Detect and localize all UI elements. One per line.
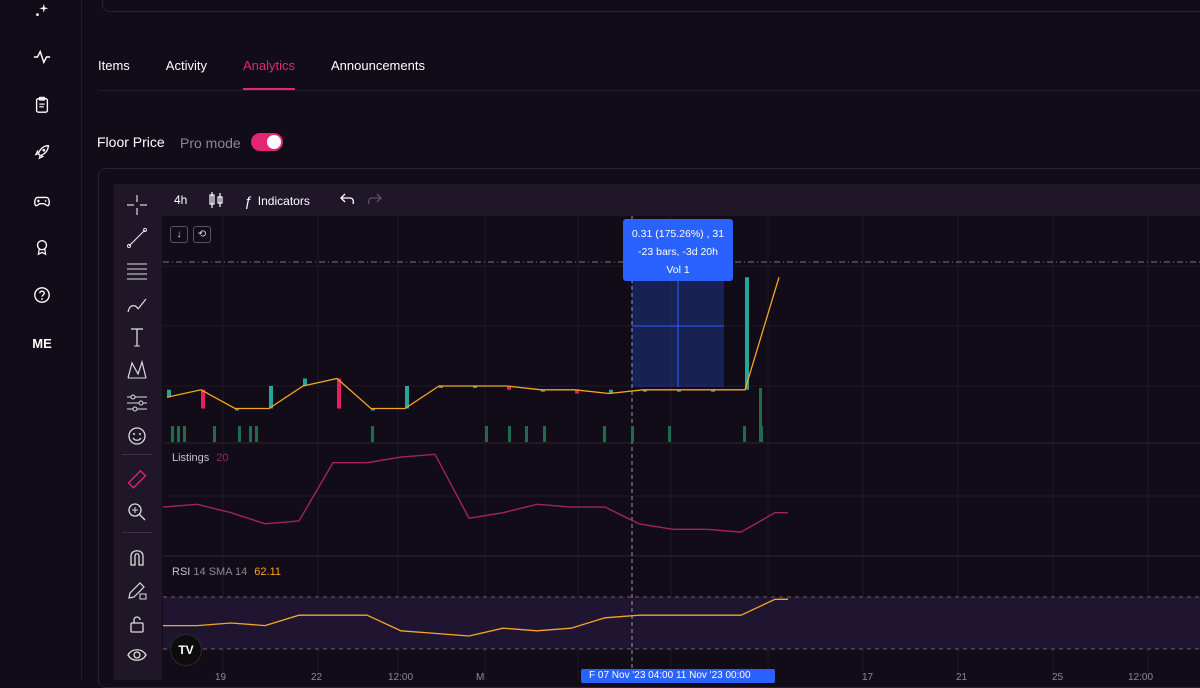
x-tick: 21 (956, 672, 968, 683)
x-tick: 22 (311, 672, 323, 683)
tab-analytics[interactable]: Analytics (242, 56, 296, 90)
tab-items[interactable]: Items (98, 56, 130, 90)
undo-icon[interactable] (340, 192, 356, 206)
measure-tooltip: 0.31 (175.26%) , 31 -23 bars, -3d 20h Vo… (623, 219, 733, 281)
volume-bar (743, 426, 746, 442)
volume-bar (177, 426, 180, 442)
crosshair-icon[interactable] (125, 193, 149, 217)
listings-line (162, 453, 788, 533)
refresh-icon[interactable]: ⟲ (193, 226, 211, 243)
forecast-icon[interactable] (125, 391, 149, 415)
candles-icon[interactable] (209, 191, 223, 209)
award-icon[interactable] (31, 236, 53, 258)
tool-divider (122, 454, 152, 455)
top-card (102, 0, 1200, 12)
rsi-pane-label: RSI 14 SMA 14 62.11 (172, 566, 281, 578)
pro-mode-toggle[interactable] (251, 133, 283, 151)
measure-volume: Vol 1 (666, 264, 690, 276)
volume-bar (183, 426, 186, 442)
x-tick: 25 (1052, 672, 1064, 683)
volume-bar (525, 426, 528, 442)
volume-bar (371, 426, 374, 442)
rsi-params: 14 SMA 14 (193, 566, 248, 578)
text-icon[interactable] (125, 325, 149, 349)
redo-icon[interactable] (366, 192, 382, 206)
volume-bar (485, 426, 488, 442)
x-tick: 12:00 (1128, 672, 1154, 683)
emoji-icon[interactable] (125, 424, 149, 448)
arrow-down-icon[interactable]: ↓ (170, 226, 188, 243)
x-tick: M (476, 672, 485, 683)
tradingview-logo[interactable]: TV (170, 634, 202, 666)
tab-activity[interactable]: Activity (166, 56, 207, 90)
listings-label: Listings (172, 452, 210, 464)
sidebar: ME (0, 0, 82, 680)
rocket-icon[interactable] (31, 141, 53, 163)
tool-divider (122, 532, 152, 533)
tab-bar: Items Activity Analytics Announcements (98, 56, 425, 92)
volume-bar (631, 426, 634, 442)
crosshair-time-label: F 07 Nov '23 04:00 11 Nov '23 00:00 (581, 669, 775, 683)
activity-icon[interactable] (31, 46, 53, 68)
interval-button[interactable]: 4h (174, 193, 187, 207)
candle (201, 389, 205, 409)
volume-bar (213, 426, 216, 442)
indicators-button[interactable]: ƒ Indicators (244, 193, 310, 209)
x-tick: 12:00 (388, 672, 414, 683)
sparkles-icon[interactable] (31, 0, 53, 22)
volume-bar (603, 426, 606, 442)
floor-price-title: Floor Price (97, 134, 165, 150)
volume-bar (171, 426, 174, 442)
volume-bar (759, 388, 762, 442)
volume-bar (668, 426, 671, 442)
rsi-band (163, 597, 1200, 649)
candle (745, 277, 749, 390)
zoom-in-icon[interactable] (125, 500, 149, 524)
pro-mode-label: Pro mode (180, 135, 241, 151)
fx-icon: ƒ (244, 193, 252, 209)
clipboard-icon[interactable] (31, 94, 53, 116)
volume-bar (508, 426, 511, 442)
magnet-icon[interactable] (125, 545, 149, 569)
trend-line-icon[interactable] (125, 226, 149, 250)
candle (337, 378, 341, 409)
gamepad-icon[interactable] (31, 190, 53, 212)
indicators-label: Indicators (257, 194, 310, 208)
brush-icon[interactable] (125, 292, 149, 316)
volume-bar (255, 426, 258, 442)
measure-change: 0.31 (175.26%) , 31 (631, 228, 725, 240)
chart-plot-area[interactable] (162, 216, 1200, 680)
listings-value: 20 (216, 452, 229, 464)
rsi-label: RSI (172, 566, 191, 578)
pattern-icon[interactable] (125, 358, 149, 382)
price-chart-svg[interactable] (162, 216, 1200, 680)
volume-bar (543, 426, 546, 442)
volume-bar (249, 426, 252, 442)
help-icon[interactable] (31, 284, 53, 306)
rsi-value: 62.11 (254, 566, 282, 578)
listings-pane-label: Listings 20 (172, 452, 229, 464)
candle (269, 386, 273, 409)
x-tick: 17 (862, 672, 874, 683)
candle (405, 386, 409, 409)
ruler-icon[interactable] (125, 468, 149, 492)
fib-icon[interactable] (125, 259, 149, 283)
x-tick: 19 (215, 672, 227, 683)
tab-divider (98, 90, 1200, 91)
magic-eden-logo[interactable]: ME (31, 332, 53, 354)
volume-bar (238, 426, 241, 442)
measure-bars: -23 bars, -3d 20h (638, 246, 718, 258)
lock-icon[interactable] (125, 612, 149, 636)
lock-drawings-icon[interactable] (125, 578, 149, 602)
eye-icon[interactable] (125, 643, 149, 667)
tab-announcements[interactable]: Announcements (331, 56, 425, 90)
